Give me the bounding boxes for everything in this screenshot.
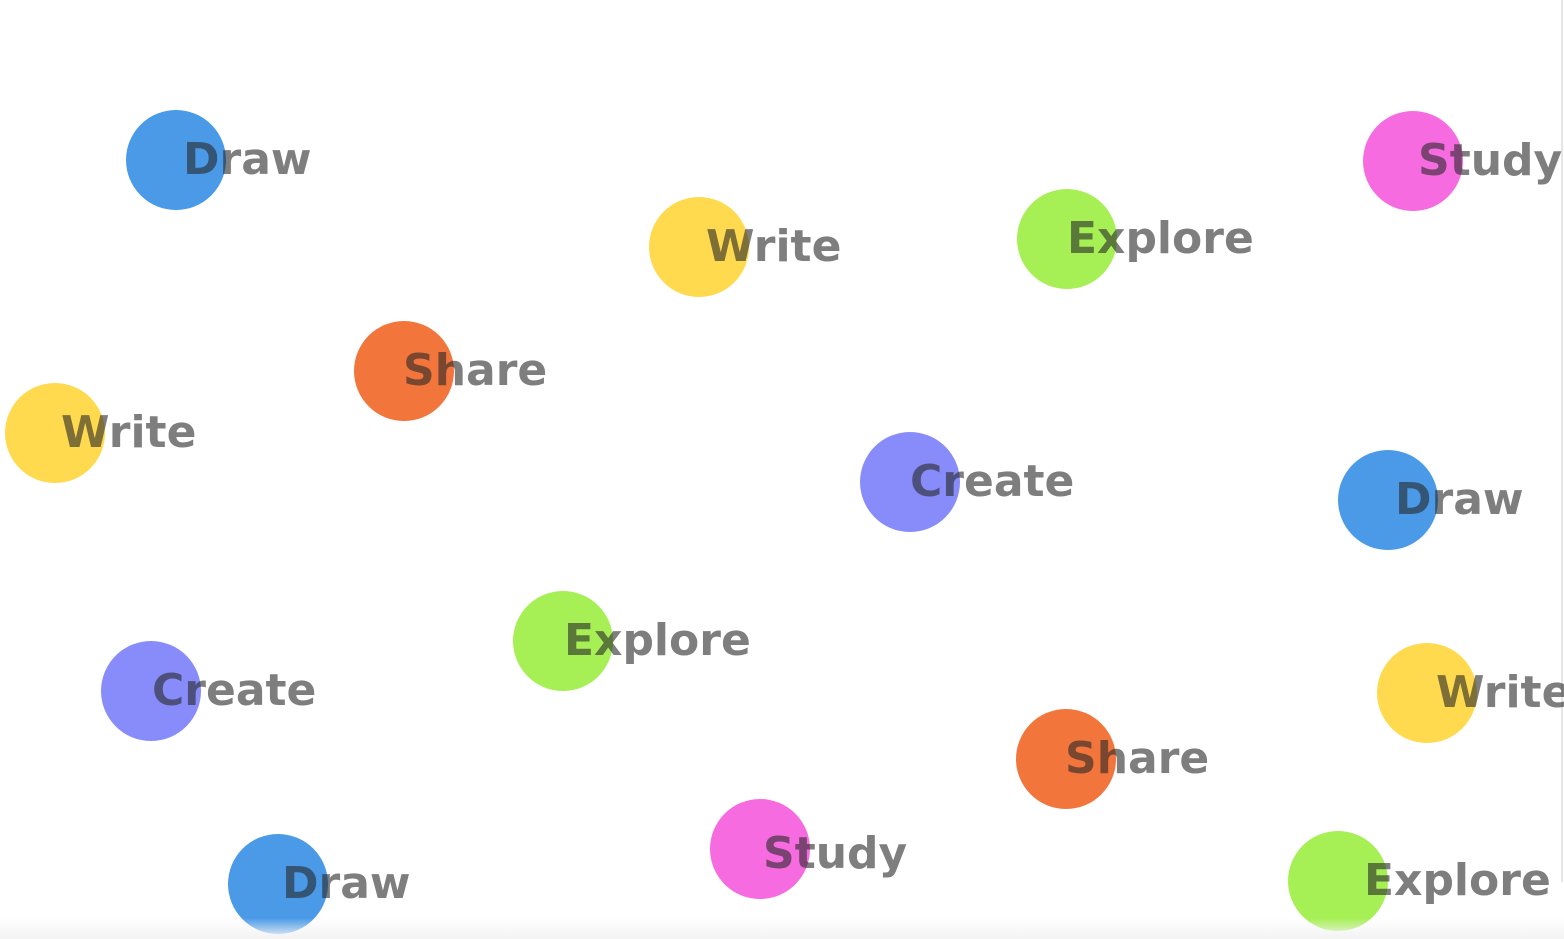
bubble-label: Write — [1436, 667, 1564, 718]
bubble-study[interactable]: Study — [1363, 111, 1562, 211]
bubble-draw[interactable]: Draw — [126, 110, 312, 210]
bubble-label: Share — [1065, 733, 1210, 784]
bubble-share[interactable]: Share — [354, 321, 547, 421]
bubble-label: Explore — [1364, 855, 1551, 906]
bubble-canvas: Draw Study Write Explore Share Write Cre… — [0, 0, 1564, 939]
bubble-write[interactable]: Write — [1377, 643, 1564, 743]
bubble-explore[interactable]: Explore — [1017, 189, 1254, 289]
bubble-create[interactable]: Create — [101, 641, 316, 741]
bubble-label: Write — [706, 221, 842, 272]
bubble-label: Explore — [1067, 213, 1254, 264]
bubble-label: Create — [152, 665, 317, 716]
bubble-label: Write — [61, 407, 197, 458]
bubble-label: Study — [1418, 135, 1563, 186]
bubble-explore[interactable]: Explore — [513, 591, 751, 691]
bubble-label: Explore — [564, 615, 751, 666]
bubble-draw[interactable]: Draw — [1338, 450, 1524, 550]
bubble-label: Share — [403, 345, 548, 396]
bubble-label: Create — [910, 456, 1075, 507]
bubble-study[interactable]: Study — [710, 799, 907, 899]
bubble-label: Draw — [1395, 474, 1524, 525]
bubble-explore[interactable]: Explore — [1288, 831, 1551, 931]
bubble-label: Draw — [183, 134, 312, 185]
bubble-write[interactable]: Write — [649, 197, 841, 297]
bubble-write[interactable]: Write — [5, 383, 196, 483]
bubble-share[interactable]: Share — [1016, 709, 1209, 809]
bottom-edge-shadow — [0, 918, 1564, 939]
right-edge-divider — [1561, 0, 1563, 882]
bubble-create[interactable]: Create — [860, 432, 1074, 532]
bubble-label: Draw — [282, 858, 411, 909]
bubble-label: Study — [763, 828, 908, 879]
